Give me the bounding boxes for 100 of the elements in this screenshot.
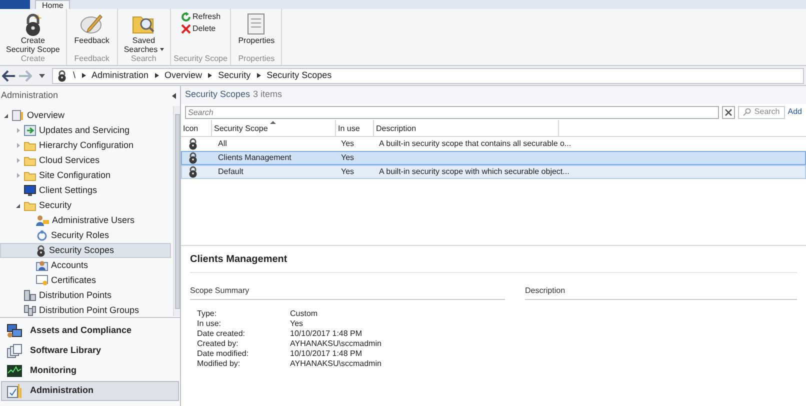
field-value: AYHANAKSU\sccmadmin [290, 339, 382, 349]
table-cell-text: A built-in security scope with which securable object... [378, 166, 570, 178]
column-header[interactable]: Security Scope [212, 120, 336, 136]
column-header[interactable]: Icon [181, 120, 212, 136]
field-label: Type: [197, 309, 218, 319]
expanded-icon[interactable] [16, 204, 20, 208]
tree-item[interactable]: Certificates [0, 273, 171, 288]
field-value: Custom [290, 309, 318, 319]
clear-icon[interactable] [722, 106, 736, 118]
refresh-icon [180, 12, 190, 22]
field-value: AYHANAKSU\sccmadmin [290, 359, 382, 369]
account-icon [36, 260, 48, 271]
breadcrumb-item[interactable]: Overview [164, 68, 202, 82]
tree-item[interactable]: Administrative Users [0, 213, 171, 228]
computers-icon [7, 324, 22, 338]
column-header[interactable]: In use [336, 120, 374, 136]
dropdown-icon[interactable] [38, 72, 46, 78]
field-label: Date created: [197, 329, 246, 339]
table-cell-text: Yes [340, 138, 356, 150]
list-title: Security Scopes [185, 88, 250, 102]
back-icon[interactable] [2, 70, 16, 82]
scrollbar-thumb[interactable] [174, 114, 180, 309]
details-title: Clients Management [190, 253, 288, 266]
chevron-icon[interactable] [256, 73, 261, 78]
table-row[interactable]: Default Yes A built-in security scope with which securable object... [181, 165, 806, 179]
field-value: Yes [290, 319, 304, 329]
ribbon-button[interactable]: Properties [234, 11, 278, 45]
folder-icon [24, 156, 36, 166]
ribbon-button[interactable]: Refresh [180, 11, 221, 22]
server-icon [24, 290, 36, 301]
tree-item[interactable]: Cloud Services [0, 153, 171, 168]
column-header[interactable]: Description [374, 120, 559, 136]
ribbon-button[interactable]: Create Security Scope [3, 11, 63, 54]
group-label: Properties [238, 54, 275, 64]
ribbon-tab[interactable]: Home [35, 0, 70, 9]
field-label: Created by: [197, 339, 240, 349]
tree-item[interactable]: Security Scopes [0, 243, 171, 258]
monitoring-icon [7, 365, 22, 377]
scrollbar[interactable] [173, 106, 180, 316]
padlock-icon [57, 70, 67, 82]
tree-item[interactable]: Client Settings [0, 183, 171, 198]
tree-item[interactable]: Security [0, 198, 171, 213]
ribbon-button[interactable]: Saved Searches [120, 11, 167, 54]
padlock-icon [188, 152, 198, 164]
sort-ascending-icon[interactable] [270, 121, 276, 124]
table-cell-text: Clients Management [217, 152, 292, 164]
tree-item[interactable]: Site Configuration [0, 168, 171, 183]
chevron-icon[interactable] [154, 73, 159, 78]
workspace-button[interactable]: Assets and Compliance [1, 321, 179, 341]
tree-item[interactable]: Accounts [0, 258, 171, 273]
table-cell-text: All [217, 138, 228, 150]
group-label: Create [20, 54, 45, 64]
breadcrumb-item[interactable]: Security [218, 68, 251, 82]
document-icon [247, 12, 266, 34]
pane-title: Administration [1, 89, 58, 102]
search-button[interactable]: Search [738, 106, 785, 118]
add-link[interactable]: Add [788, 106, 802, 118]
folder-icon [24, 140, 36, 150]
collapse-icon[interactable] [172, 93, 177, 99]
folder-icon [24, 170, 36, 180]
expanded-icon[interactable] [4, 114, 8, 118]
breadcrumb-item[interactable]: Security Scopes [266, 68, 332, 82]
tree-item[interactable]: Distribution Point Groups [0, 303, 171, 318]
chevron-icon[interactable] [82, 73, 86, 78]
update-icon [24, 125, 36, 136]
workspace-button[interactable]: Monitoring [1, 361, 179, 381]
ribbon-button[interactable]: Feedback [70, 11, 114, 45]
section-heading: Description [525, 285, 797, 300]
search-field[interactable]: Search [185, 106, 720, 118]
field-value: 10/10/2017 1:48 PM [290, 329, 362, 339]
tree-item[interactable]: Security Roles [0, 228, 171, 243]
workspace-button[interactable]: Administration [1, 381, 179, 401]
delete-icon [180, 24, 190, 34]
table-cell-text: A built-in security scope that contains all securable o... [378, 138, 572, 150]
section-heading: Scope Summary [190, 285, 505, 300]
table-cell-text: Default [217, 166, 244, 178]
monitor-icon [24, 185, 36, 196]
field-label: Date modified: [197, 349, 250, 359]
field-label: Modified by: [197, 359, 242, 369]
breadcrumb-item[interactable]: \ [73, 68, 76, 82]
search-icon [743, 108, 752, 116]
ribbon-button[interactable]: Delete [180, 23, 216, 34]
tree-item[interactable]: Updates and Servicing [0, 123, 171, 138]
certificate-icon [36, 275, 48, 286]
table-row[interactable]: Clients Management Yes [181, 151, 806, 165]
table-cell-text: Yes [340, 166, 356, 178]
item-count: 3 items [253, 88, 282, 102]
table-cell-text: Yes [340, 152, 356, 164]
breadcrumb-item[interactable]: Administration [92, 68, 149, 82]
tree-item[interactable]: Hierarchy Configuration [0, 138, 171, 153]
folder-icon [24, 200, 36, 210]
padlock-icon [36, 244, 46, 256]
software-stack-icon [7, 344, 22, 358]
tree-item[interactable]: Overview [0, 108, 171, 123]
chevron-icon[interactable] [208, 73, 212, 78]
tree-item[interactable]: Distribution Points [0, 288, 171, 303]
group-label: Feedback [74, 54, 110, 64]
padlock-icon [188, 166, 198, 178]
workspace-button[interactable]: Software Library [1, 341, 179, 361]
field-value: 10/10/2017 1:48 PM [290, 349, 362, 359]
